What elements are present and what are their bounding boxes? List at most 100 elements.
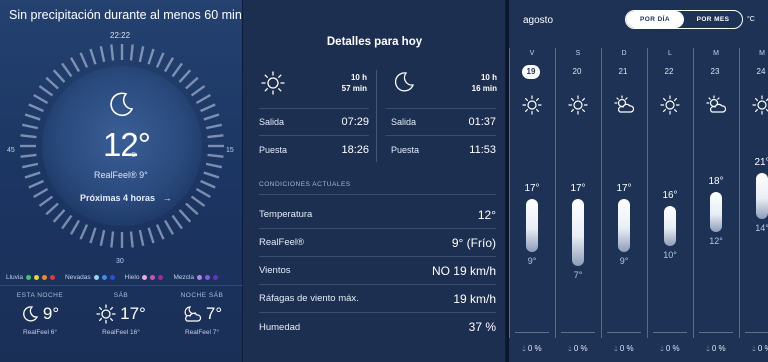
legend-swatch: [158, 275, 164, 280]
dial-tick: [205, 123, 223, 130]
dial-tick: [155, 224, 165, 240]
temp-range-bar: [618, 199, 630, 253]
low-temp: 10°: [663, 249, 677, 260]
dial-tick: [69, 219, 81, 235]
current-realfeel: RealFeel® 9°: [94, 170, 148, 180]
precip-value: 0 %: [711, 344, 726, 353]
dial-tick: [178, 209, 192, 223]
divider: [745, 332, 768, 333]
sun-duration-minutes: 57 min: [341, 84, 367, 93]
divider: [376, 70, 377, 162]
divider: [259, 194, 496, 195]
day-column[interactable]: S 20 17° 7° 💧︎ 0 %: [555, 44, 601, 362]
divider: [515, 332, 549, 333]
dial-tick: [203, 171, 220, 179]
day-column[interactable]: V 19 17° 9° 💧︎ 0 %: [509, 44, 555, 362]
period-toggle: POR DÍA POR MES: [625, 10, 743, 29]
condition-value: 19 km/h: [453, 291, 496, 306]
legend-label: Hielo: [124, 274, 140, 281]
day-date: 20: [572, 67, 582, 76]
condition-row-temperature: Temperatura 12°: [259, 201, 496, 229]
forecast-saturday-night[interactable]: NOCHE SÁB 7° RealFeel 7°: [162, 292, 242, 336]
precip-value: 0 %: [527, 344, 542, 353]
dial-tick: [203, 113, 220, 121]
day-of-week: M: [759, 50, 765, 57]
dial-tick: [61, 214, 73, 230]
legend-label: Nevadas: [64, 274, 91, 281]
dial-tick: [155, 52, 165, 68]
dial-tick: [195, 93, 211, 105]
droplet-icon: 💧︎: [752, 344, 756, 353]
dial-tick: [185, 202, 199, 216]
by-day-button[interactable]: POR DÍA: [626, 11, 684, 28]
dial-tick: [195, 187, 211, 199]
moonrise-value: 01:37: [468, 116, 496, 128]
divider: [699, 332, 733, 333]
day-column[interactable]: M 23 18° 12° 💧︎ 0 %: [693, 44, 739, 362]
sun-icon: [752, 95, 768, 120]
droplet-icon: 💧︎: [522, 344, 526, 353]
sun-cloud-icon: [614, 95, 635, 120]
moon-duration-hours: 10 h: [480, 73, 497, 82]
forecast-tonight[interactable]: ESTA NOCHE 9° RealFeel 6°: [0, 292, 80, 336]
forecast-label: SÁB: [113, 292, 129, 299]
day-column[interactable]: D 21 17° 9° 💧︎ 0 %: [601, 44, 647, 362]
by-month-button[interactable]: POR MES: [684, 11, 742, 28]
column-divider: [739, 48, 740, 338]
dial-tick: [138, 229, 145, 247]
forecast-label: ESTA NOCHE: [16, 292, 64, 299]
divider: [386, 135, 496, 136]
legend-swatch: [109, 275, 115, 280]
legend-swatch: [205, 275, 211, 280]
precipitation-legend: Lluvia Nevadas Hielo Mezcla: [6, 274, 219, 281]
dial-tick: [138, 45, 145, 63]
day-date: 21: [618, 67, 628, 76]
sun-icon: [522, 95, 542, 120]
droplet-icon: 💧︎: [614, 344, 618, 353]
dial-tick: [99, 229, 106, 247]
condition-label: Temperatura: [259, 209, 313, 220]
condition-row-wind: Vientos NO 19 km/h: [259, 257, 496, 285]
moon-duration: 10 h 16 min: [453, 72, 497, 94]
low-temp: 7°: [573, 269, 583, 280]
dial-tick: [147, 227, 155, 244]
arrow-right-icon: →: [162, 193, 172, 203]
day-column[interactable]: M 24 21° 14° 💧︎ 0 %: [739, 44, 768, 362]
dial-tick: [38, 195, 54, 207]
dial-tick: [89, 227, 97, 244]
legend-swatch: [93, 275, 99, 280]
precip-value: 0 %: [619, 344, 634, 353]
high-temp: 21°: [754, 156, 768, 168]
temp-range-bar: [710, 192, 722, 233]
legend-swatch: [213, 275, 219, 280]
dial-tick: [190, 85, 206, 97]
temp-range-bar: [572, 199, 584, 266]
dial-tick: [178, 69, 192, 83]
condition-label: Ráfagas de viento máx.: [259, 293, 359, 304]
forecast-saturday[interactable]: SÁB 17° RealFeel 16°: [81, 292, 161, 336]
sun-icon: [261, 71, 285, 95]
legend-swatch: [142, 275, 148, 280]
legend-swatch: [197, 275, 203, 280]
dial-tick: [28, 179, 44, 189]
moon-duration-minutes: 16 min: [471, 84, 497, 93]
day-of-week: D: [621, 50, 627, 57]
legend-swatch: [25, 275, 31, 280]
moonset-label: Puesta: [391, 145, 420, 155]
moon-icon: [22, 306, 38, 322]
precip-chance: 💧︎ 0 %: [509, 344, 555, 354]
sun-duration: 10 h 57 min: [323, 72, 367, 94]
droplet-icon: 💧︎: [706, 344, 710, 353]
condition-value: 12°: [477, 207, 496, 222]
dial-tick: [147, 48, 155, 65]
dial-tick: [52, 69, 66, 83]
precip-chance: 💧︎ 0 %: [693, 344, 739, 354]
next-hours-link[interactable]: Próximas 4 horas →: [80, 193, 172, 203]
dial-tick: [110, 44, 115, 61]
moonset-value: 11:53: [469, 144, 496, 156]
dial-tick: [20, 134, 37, 139]
low-temp: 12°: [709, 236, 723, 247]
precip-chance: 💧︎ 0 %: [647, 344, 693, 354]
dial-45-label: 45: [7, 147, 15, 154]
day-column[interactable]: L 22 16° 10° 💧︎ 0 %: [647, 44, 693, 362]
